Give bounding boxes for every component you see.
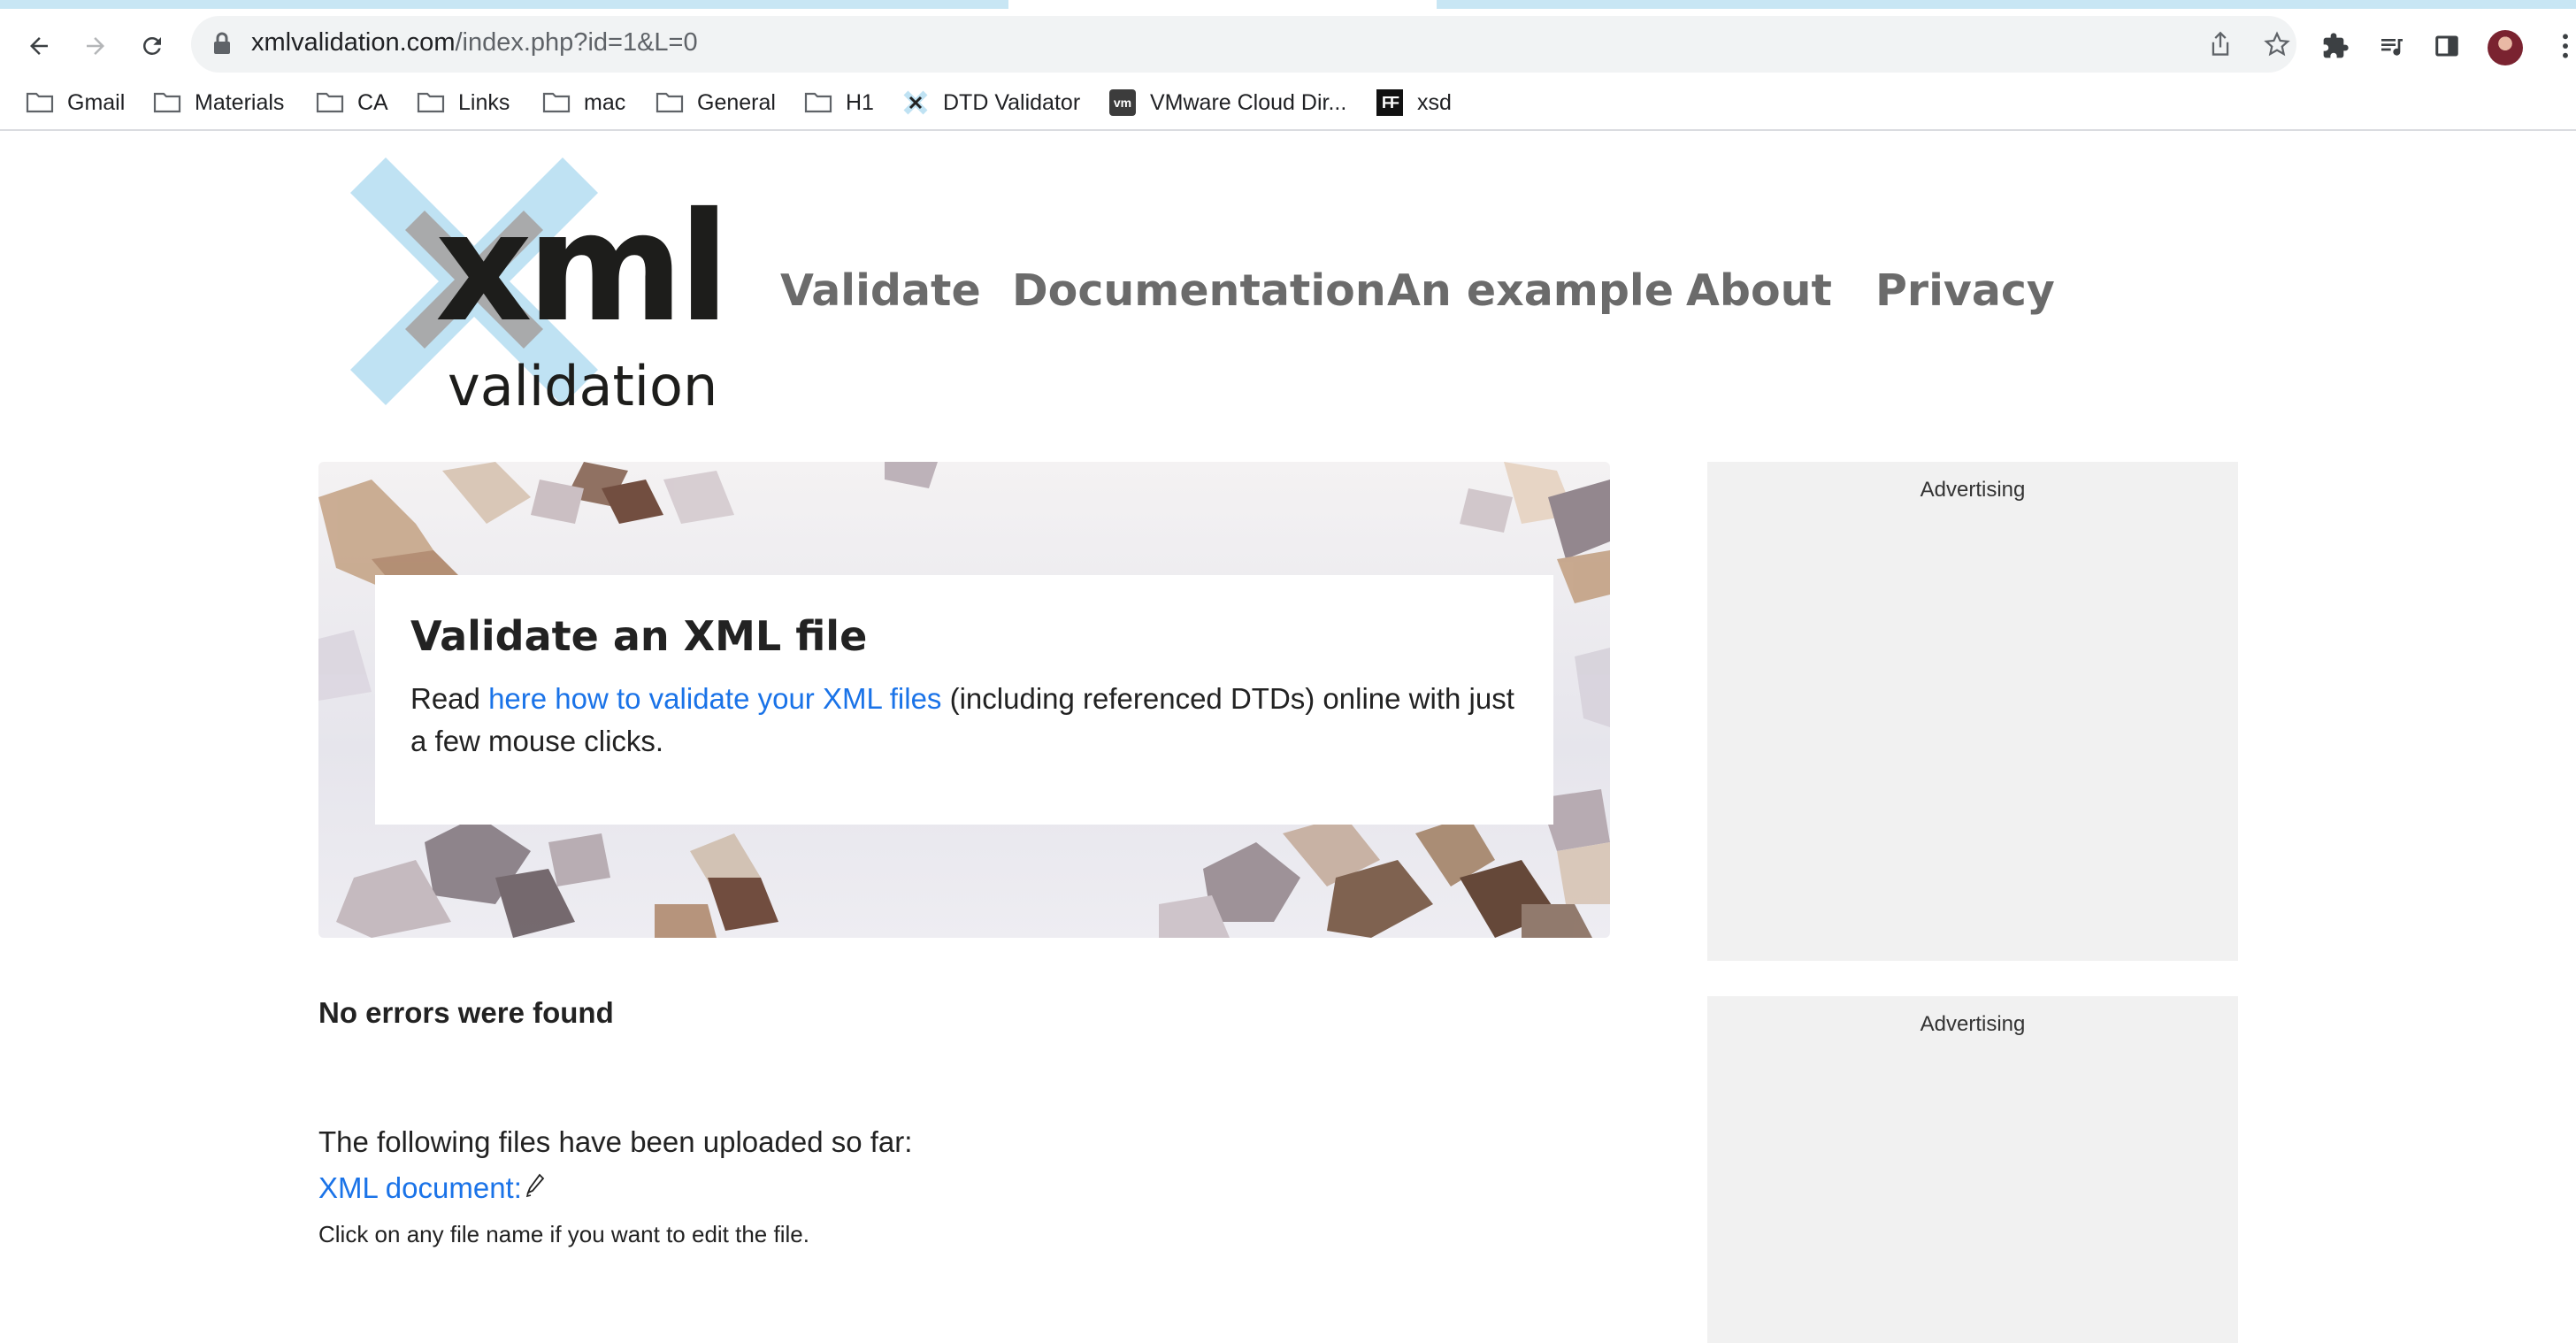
- bookmark-dtd-validator[interactable]: DTD Validator: [901, 83, 1080, 122]
- folder-icon: [25, 88, 55, 118]
- hero-title: Validate an XML file: [410, 612, 868, 660]
- bookmark-label: VMware Cloud Dir...: [1150, 89, 1347, 115]
- address-bar[interactable]: xmlvalidation.com/index.php?id=1&L=0: [191, 16, 2296, 73]
- hero-banner: Validate an XML file Read here how to va…: [318, 462, 1610, 938]
- bookmark-vmware[interactable]: vm VMware Cloud Dir...: [1108, 83, 1346, 122]
- side-panel-icon[interactable]: [2429, 28, 2465, 64]
- reload-icon: [143, 37, 161, 55]
- back-button[interactable]: [18, 25, 60, 67]
- edit-hint: Click on any file name if you want to ed…: [318, 1221, 809, 1247]
- folder-icon: [315, 88, 345, 118]
- nav-validate[interactable]: Validate: [780, 265, 981, 327]
- bookmark-label: CA: [357, 89, 388, 115]
- url-host: xmlvalidation.com: [251, 28, 456, 57]
- bookmark-gmail[interactable]: Gmail: [25, 83, 125, 122]
- extensions-puzzle-icon[interactable]: [2318, 28, 2353, 64]
- bookmark-label: Links: [458, 89, 510, 115]
- bookmark-xsd[interactable]: FF xsd: [1375, 83, 1452, 122]
- uploaded-files-intro: The following files have been uploaded s…: [318, 1125, 913, 1158]
- advertising-label: Advertising: [1920, 1012, 2026, 1036]
- advertising-box-2[interactable]: Advertising: [1707, 996, 2238, 1343]
- bookmark-label: H1: [846, 89, 874, 115]
- bookmark-label: Gmail: [67, 89, 126, 115]
- bookmark-label: General: [697, 89, 776, 115]
- bookmark-label: mac: [584, 89, 626, 115]
- folder-icon: [541, 88, 571, 118]
- bookmark-label: Materials: [195, 89, 285, 115]
- ff-favicon-text: FF: [1376, 89, 1403, 116]
- media-queue-icon[interactable]: [2374, 28, 2410, 64]
- profile-avatar[interactable]: [2488, 30, 2523, 65]
- lock-icon: [212, 32, 232, 59]
- inactive-tab[interactable]: [1437, 0, 2576, 9]
- xml-document-link[interactable]: XML document:: [318, 1171, 545, 1205]
- advertising-box-1[interactable]: Advertising: [1707, 462, 2238, 961]
- inactive-tab[interactable]: [0, 0, 1008, 9]
- validation-status: No errors were found: [318, 996, 614, 1029]
- bookmark-general[interactable]: General: [655, 83, 776, 122]
- bookmark-label: DTD Validator: [943, 89, 1081, 115]
- bookmarks-bar: Gmail Materials CA Links mac General H1 …: [0, 78, 2576, 131]
- hero-text: Read here how to validate your XML files…: [410, 678, 1525, 763]
- folder-icon: [803, 88, 833, 118]
- advertising-label: Advertising: [1920, 478, 2026, 502]
- logo-word-validation: validation: [448, 354, 718, 418]
- xml-favicon: [901, 88, 931, 118]
- bookmark-h1[interactable]: H1: [803, 83, 874, 122]
- bookmark-star-icon[interactable]: [2261, 28, 2293, 60]
- vmware-favicon-text: vm: [1109, 89, 1136, 116]
- vmware-favicon: vm: [1108, 88, 1138, 118]
- how-to-validate-link[interactable]: here how to validate your XML files: [488, 682, 941, 715]
- nav-privacy[interactable]: Privacy: [1875, 265, 2055, 327]
- bookmark-label: xsd: [1417, 89, 1452, 115]
- browser-toolbar: xmlvalidation.com/index.php?id=1&L=0: [0, 9, 2576, 80]
- back-arrow-icon: [30, 37, 48, 55]
- url-path: /index.php?id=1&L=0: [455, 28, 698, 57]
- bookmark-links[interactable]: Links: [416, 83, 510, 122]
- nav-documentation[interactable]: Documentation: [1012, 265, 1386, 327]
- forward-button[interactable]: [74, 25, 117, 67]
- ff-favicon: FF: [1375, 88, 1405, 118]
- pencil-edit-icon: [525, 1171, 545, 1205]
- forward-arrow-icon: [87, 37, 104, 55]
- bookmark-materials[interactable]: Materials: [152, 83, 284, 122]
- folder-icon: [416, 88, 446, 118]
- more-menu-icon[interactable]: [2548, 28, 2576, 64]
- nav-about[interactable]: About: [1686, 265, 1832, 327]
- folder-icon: [655, 88, 685, 118]
- share-icon[interactable]: [2204, 28, 2236, 60]
- nav-an-example[interactable]: An example: [1387, 265, 1674, 327]
- bookmark-mac[interactable]: mac: [541, 83, 625, 122]
- xml-document-link-text: XML document:: [318, 1171, 522, 1204]
- bookmark-ca[interactable]: CA: [315, 83, 388, 122]
- folder-icon: [152, 88, 182, 118]
- hero-text-before: Read: [410, 682, 489, 715]
- hero-card: Validate an XML file Read here how to va…: [375, 575, 1553, 825]
- logo-word-xml: xml: [435, 180, 730, 356]
- reload-button[interactable]: [131, 25, 173, 67]
- url-text[interactable]: xmlvalidation.com/index.php?id=1&L=0: [251, 28, 698, 58]
- page-content: xml validation Validate Documentation An…: [0, 131, 2576, 1343]
- site-logo[interactable]: xml validation: [350, 157, 730, 441]
